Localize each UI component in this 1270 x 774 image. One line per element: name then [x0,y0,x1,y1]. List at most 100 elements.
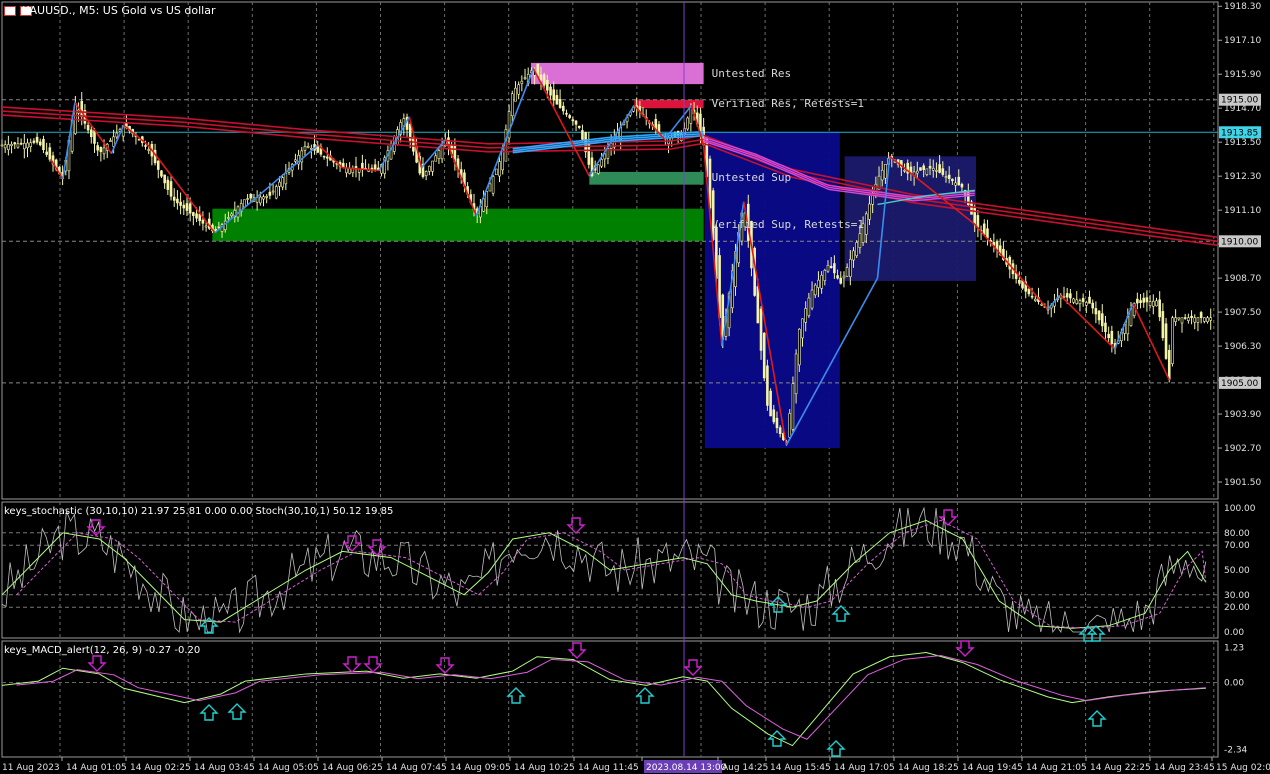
candle-body [520,80,524,84]
time-tick-label: Aug 14:25 [722,763,768,773]
candle-body [931,168,935,171]
candle-body [96,145,99,151]
candle-body [1171,317,1174,364]
trading-chart[interactable]: 1918.301917.101915.901914.701913.501912.… [0,0,1270,774]
candle-body [957,176,961,186]
zone-label: Untested Res [711,66,792,80]
candle-body [144,145,147,147]
candle-body [539,74,543,81]
time-tick-label: 14 Aug 23:45 [1154,763,1215,773]
candle-body [243,199,246,208]
candle-body [0,144,4,147]
candle-body [169,181,173,197]
stochastic-signal-line [16,519,1207,629]
candle-body [1196,317,1200,323]
candle-body [1104,322,1107,333]
time-tick-label: 14 Aug 07:45 [386,763,447,773]
candle-body [325,156,329,159]
candle-body [1187,317,1190,321]
macd-sell-arrow [683,659,703,676]
candle-body [10,143,13,146]
candle-body [536,63,540,76]
candles [0,63,1213,446]
candle-body [954,182,957,186]
candle-body [504,129,508,162]
candle-body [1167,350,1171,380]
candle-body [1062,295,1066,298]
stochastic-raw-line [1,506,1207,634]
macd-buy-arrow [1087,710,1107,727]
stoch-tick-label: 20.00 [1224,603,1250,613]
zigzag-segment [974,223,1049,310]
candle-body [922,165,925,170]
stoch-tick-label: 70.00 [1224,541,1250,551]
candle-body [1148,301,1152,306]
zone-label: Verified Res, Retests=1 [711,96,864,110]
candle-body [925,168,929,175]
stoch-buy-arrow [831,605,851,622]
candle-body [485,191,489,208]
candle-body [826,265,830,272]
candle-body [13,142,17,145]
price-tick-label: 1912.30 [1224,172,1261,182]
time-tick-label: 14 Aug 17:05 [834,763,895,773]
candle-body [262,196,265,200]
candle-body [976,215,980,228]
macd-sell-arrow [955,640,975,657]
candle-body [42,138,45,151]
price-tick-label: 1913.50 [1224,138,1261,148]
candle-body [982,223,986,235]
stoch-tick-label: 80.00 [1224,529,1250,539]
level-badge-label: 1905.00 [1221,379,1258,389]
candle-body [29,142,33,147]
zone-label: Verified Sup, Retests=1 [711,218,864,231]
sr-zone [589,171,704,185]
zigzag-segment [532,68,591,177]
stoch-sell-arrow [938,509,958,526]
candle-body [845,267,849,277]
candle-body [855,242,859,257]
macd-label: keys_MACD_alert(12, 26, 9) -0.27 -0.20 [4,645,201,656]
candle-body [322,155,326,158]
candle-body [303,146,307,151]
chart-icon[interactable] [4,6,16,16]
candle-body [552,89,556,101]
candle-body [259,196,262,204]
candle-body [1177,317,1181,320]
candle-body [759,308,763,351]
price-box [844,156,977,281]
candle-body [938,164,941,173]
candle-body [577,125,581,128]
candle-body [597,164,600,174]
zigzag-segment [342,166,380,172]
macd-buy-arrow [199,704,219,721]
candle-body [201,219,205,224]
candle-body [192,212,195,216]
candle-body [80,100,84,118]
candle-body [1193,317,1197,323]
candle-body [1094,308,1098,315]
candle-body [1161,311,1165,339]
candle-body [568,115,571,118]
candle-body [880,169,884,181]
candle-body [1081,298,1085,302]
candle-body [1021,280,1024,289]
time-tick-label: 14 Aug 21:05 [1026,763,1087,773]
candle-body [195,213,198,219]
price-tick-label: 1907.50 [1224,308,1261,318]
candle-body [274,186,278,199]
stoch-tick-label: 50.00 [1224,566,1250,576]
candle-body [587,141,591,165]
macd-buy-arrow [506,687,526,704]
candle-body [246,198,249,200]
candle-body [960,183,964,188]
price-tick-label: 1903.90 [1224,410,1261,420]
candle-body [756,286,760,324]
level-badge-label: 1913.85 [1221,128,1258,138]
level-badge-label: 1915.00 [1221,96,1258,106]
candle-body [829,265,833,269]
candle-body [38,141,42,146]
stoch-tick-label: 100.00 [1224,504,1256,514]
candle-body [1209,317,1213,321]
candle-body [428,165,431,172]
